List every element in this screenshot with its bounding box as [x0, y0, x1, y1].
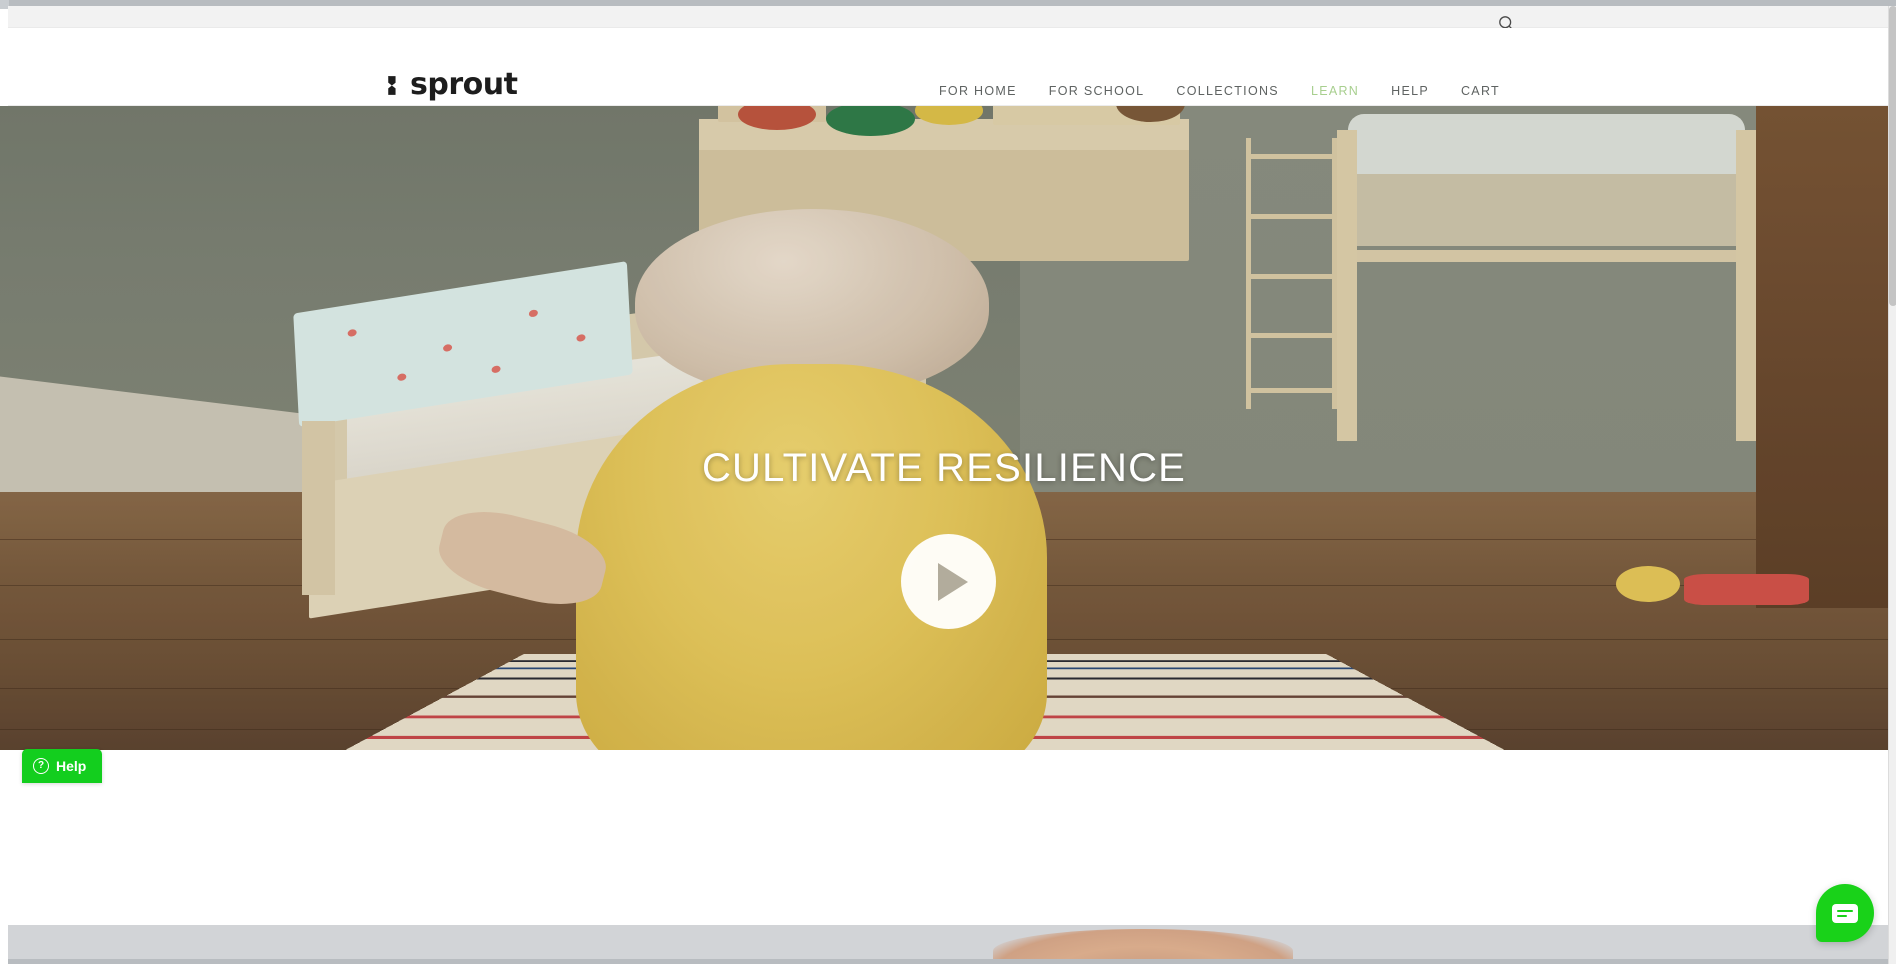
- nav-item-learn[interactable]: LEARN: [1311, 84, 1359, 98]
- next-section-preview: [8, 925, 1888, 959]
- hero-scene-illustration: [0, 106, 1888, 750]
- chat-bubble-icon: [1832, 903, 1858, 923]
- logo-text: sprout: [410, 67, 518, 102]
- clover-icon: [387, 75, 406, 96]
- logo[interactable]: sprout: [387, 67, 518, 102]
- nav-item-for-school[interactable]: FOR SCHOOL: [1049, 84, 1145, 98]
- utility-bar: [8, 6, 1888, 31]
- play-icon[interactable]: [901, 534, 996, 629]
- scrollbar-thumb[interactable]: [1889, 6, 1896, 306]
- nav-item-help[interactable]: HELP: [1391, 84, 1429, 98]
- help-button[interactable]: ? Help: [22, 749, 103, 783]
- site-header: sprout FOR HOME FOR SCHOOL COLLECTIONS L…: [8, 28, 1888, 106]
- window-bottom-edge: [8, 959, 1888, 964]
- play-triangle: [938, 562, 968, 601]
- nav-item-for-home[interactable]: FOR HOME: [939, 84, 1017, 98]
- page-scrollbar[interactable]: [1888, 6, 1896, 964]
- nav-item-cart[interactable]: CART: [1461, 84, 1500, 98]
- chat-button[interactable]: [1816, 884, 1874, 942]
- content-band: [8, 750, 1888, 925]
- next-section-image: [993, 929, 1293, 959]
- main-navigation: FOR HOME FOR SCHOOL COLLECTIONS LEARN HE…: [939, 84, 1500, 98]
- question-mark-icon: ?: [33, 758, 49, 774]
- help-button-label: Help: [56, 758, 87, 774]
- nav-item-collections[interactable]: COLLECTIONS: [1176, 84, 1279, 98]
- browser-viewport: sprout FOR HOME FOR SCHOOL COLLECTIONS L…: [0, 0, 1896, 964]
- hero-video[interactable]: CULTIVATE RESILIENCE: [0, 106, 1888, 750]
